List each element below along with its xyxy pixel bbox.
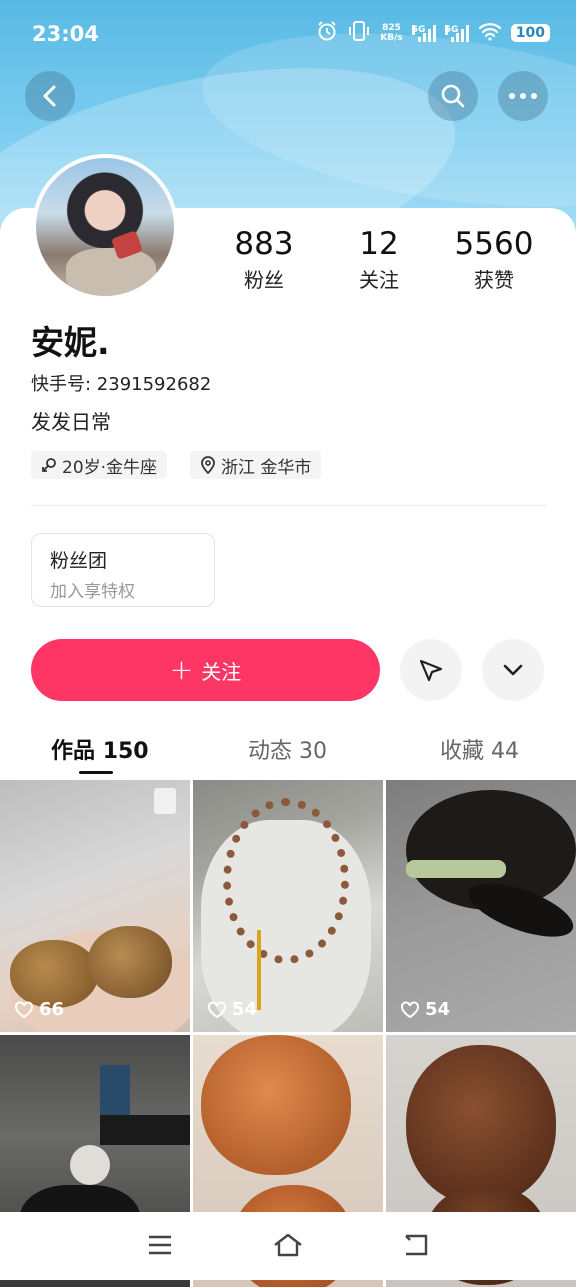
tab-moments[interactable]: 动态 30 xyxy=(248,733,327,765)
user-id[interactable]: 快手号: 2391592682 xyxy=(31,370,211,396)
share-button[interactable] xyxy=(400,639,462,701)
chevron-down-icon xyxy=(503,664,523,676)
gender-female-icon xyxy=(42,458,56,472)
search-button[interactable] xyxy=(428,71,478,121)
home-icon[interactable] xyxy=(272,1232,304,1262)
network-speed: 825 KB/s xyxy=(380,23,403,43)
more-icon xyxy=(509,93,537,99)
fans-club-title: 粉丝团 xyxy=(50,550,108,572)
post-thumbnail[interactable]: 54 xyxy=(193,780,383,1032)
signal-icon: 5G xyxy=(411,24,436,42)
post-thumbnail[interactable]: 66 xyxy=(0,780,190,1032)
image-album-icon xyxy=(154,788,176,814)
alarm-icon xyxy=(316,20,338,46)
chevron-left-icon xyxy=(43,85,56,107)
like-count: 54 xyxy=(207,999,257,1020)
avatar[interactable] xyxy=(32,154,178,300)
stat-followers[interactable]: 883 粉丝 xyxy=(209,226,319,293)
signal-icon: 5G xyxy=(444,24,469,42)
menu-icon[interactable] xyxy=(147,1234,173,1260)
profile-name: 安妮. xyxy=(31,323,110,362)
follow-button[interactable]: + 关注 xyxy=(31,639,380,701)
like-count: 54 xyxy=(400,999,450,1020)
fans-club-subtitle: 加入享特权 xyxy=(50,582,135,602)
tab-works[interactable]: 作品 150 xyxy=(51,733,149,765)
heart-icon xyxy=(208,1001,226,1018)
heart-icon xyxy=(15,1001,33,1018)
divider xyxy=(31,505,547,506)
battery-icon: 100 xyxy=(510,24,550,42)
plus-icon: + xyxy=(169,653,194,686)
heart-icon xyxy=(401,1001,419,1018)
search-icon xyxy=(441,84,465,108)
location-icon xyxy=(201,456,215,474)
status-time: 23:04 xyxy=(32,22,99,46)
fans-club-card[interactable]: 粉丝团 加入享特权 xyxy=(31,533,215,607)
location-tag: 浙江 金华市 xyxy=(190,451,322,479)
tab-favorites[interactable]: 收藏 44 xyxy=(440,733,519,765)
vibrate-icon xyxy=(347,20,371,46)
profile-bio: 发发日常 xyxy=(31,410,111,434)
age-zodiac-tag: 20岁·金牛座 xyxy=(31,451,168,479)
stat-following[interactable]: 12 关注 xyxy=(324,226,434,293)
send-icon xyxy=(419,659,443,682)
more-options-button[interactable] xyxy=(482,639,544,701)
status-bar: 23:04 825 KB/s 5G 5G 100 xyxy=(0,0,576,72)
tab-underline xyxy=(79,771,113,774)
post-thumbnail[interactable]: 54 xyxy=(386,780,576,1032)
back-button[interactable] xyxy=(25,71,75,121)
stat-likes[interactable]: 5560 获赞 xyxy=(439,226,549,293)
system-navigation-bar xyxy=(0,1212,576,1280)
back-icon[interactable] xyxy=(402,1232,432,1262)
more-button[interactable] xyxy=(498,71,548,121)
wifi-icon xyxy=(478,21,502,45)
like-count: 66 xyxy=(14,999,64,1020)
